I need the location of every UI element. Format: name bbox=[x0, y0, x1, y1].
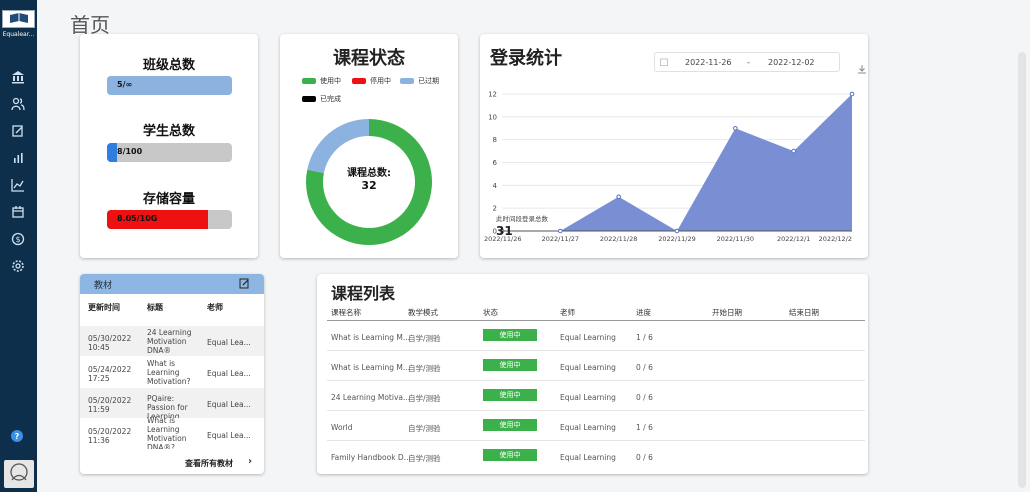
y-tick-label: 12 bbox=[488, 91, 497, 99]
x-tick-label: 2022/12/1 bbox=[777, 235, 810, 243]
col-status: 状态 bbox=[483, 308, 498, 317]
login-stats-card: 登录统计 2022-11-26 - 2022-12-02 0 2 4 6 8 10 12 20… bbox=[480, 34, 868, 258]
date-separator: - bbox=[747, 58, 750, 67]
col-progress: 进度 bbox=[636, 308, 651, 317]
chevron-right-icon[interactable]: › bbox=[248, 456, 252, 467]
x-tick-label: 2022/11/28 bbox=[600, 235, 637, 243]
table-row[interactable]: World 自学/测验 使用中 Equal Learning 1 / 6 bbox=[327, 411, 865, 441]
calendar-icon[interactable] bbox=[11, 205, 25, 219]
help-icon[interactable]: ? bbox=[11, 430, 23, 442]
login-stats-title: 登录统计 bbox=[490, 48, 562, 69]
status-badge: 使用中 bbox=[483, 359, 537, 371]
table-row[interactable]: Family Handbook D... 自学/测验 使用中 Equal Lea… bbox=[327, 441, 865, 471]
table-row[interactable]: What is Learning M... 自学/测验 使用中 Equal Le… bbox=[327, 351, 865, 381]
line-chart-icon[interactable] bbox=[11, 178, 25, 192]
y-tick-label: 10 bbox=[488, 113, 497, 121]
materials-col-teacher: 老师 bbox=[207, 303, 223, 312]
data-point[interactable] bbox=[849, 91, 855, 97]
col-mode: 教学模式 bbox=[408, 308, 438, 317]
table-row[interactable]: What is Learning M... 自学/测验 使用中 Equal Le… bbox=[327, 321, 865, 351]
x-tick-label: 2022/11/30 bbox=[717, 235, 754, 243]
table-row[interactable]: 05/20/2022 11:59 PQaire: Passion for Lea… bbox=[80, 388, 264, 418]
x-tick-label: 2022/11/29 bbox=[658, 235, 695, 243]
class-total-bar: 5/∞ bbox=[107, 76, 232, 95]
course-list-header: 课程名称 教学模式 状态 老师 进度 开始日期 结束日期 bbox=[327, 306, 865, 321]
gear-icon[interactable] bbox=[11, 259, 25, 273]
date-start: 2022-11-26 bbox=[685, 58, 732, 67]
x-tick-label: 2022/12/2 bbox=[819, 235, 852, 243]
student-total-bar: 8/100 bbox=[107, 143, 232, 162]
status-badge: 使用中 bbox=[483, 449, 537, 461]
dollar-icon[interactable]: $ bbox=[11, 232, 25, 246]
materials-card: 教材 更新时间 标题 老师 05/30/2022 10:45 24 Learni… bbox=[80, 274, 264, 474]
class-total-value: 5/∞ bbox=[117, 80, 133, 89]
y-tick-label: 8 bbox=[493, 136, 497, 144]
login-area-chart: 0246810122022/11/26 2022/11/27 2022/11/28 2… bbox=[484, 91, 855, 243]
class-total-title: 班级总数 bbox=[142, 58, 195, 73]
table-row[interactable]: 05/20/2022 11:36 What is Learning Motiva… bbox=[80, 416, 264, 449]
course-total-value: 32 bbox=[361, 179, 377, 192]
course-list-title: 课程列表 bbox=[331, 284, 396, 303]
materials-col-title: 标题 bbox=[147, 303, 163, 312]
data-point[interactable] bbox=[558, 228, 563, 234]
materials-title: 教材 bbox=[94, 281, 113, 291]
table-row[interactable]: 05/24/2022 17:25 What is Learning Motiva… bbox=[80, 357, 264, 387]
col-course-name: 课程名称 bbox=[331, 308, 361, 317]
col-teacher: 老师 bbox=[560, 308, 575, 317]
date-end: 2022-12-02 bbox=[768, 58, 815, 67]
y-tick-label: 2 bbox=[493, 205, 497, 213]
table-row[interactable]: 05/30/2022 10:45 24 Learning Motivation … bbox=[80, 326, 264, 356]
table-row[interactable]: 24 Learning Motiva... 自学/测验 使用中 Equal Le… bbox=[327, 381, 865, 411]
x-tick-label: 2022/11/27 bbox=[542, 235, 579, 243]
storage-title: 存储容量 bbox=[142, 192, 195, 207]
data-point[interactable] bbox=[733, 125, 738, 131]
user-avatar-icon bbox=[10, 463, 28, 481]
download-icon[interactable] bbox=[857, 64, 867, 74]
course-status-donut bbox=[306, 119, 432, 246]
student-total-title: 学生总数 bbox=[142, 124, 195, 139]
view-all-materials-link[interactable]: 查看所有教材 bbox=[185, 458, 233, 469]
storage-bar: 8.05/10G bbox=[107, 210, 232, 229]
storage-value: 8.05/10G bbox=[117, 214, 158, 223]
y-tick-label: 6 bbox=[493, 159, 498, 167]
materials-header: 教材 bbox=[80, 274, 264, 294]
y-tick-label: 4 bbox=[493, 182, 498, 190]
app-logo[interactable]: Equalear... bbox=[2, 10, 35, 42]
course-list-card: 课程列表 课程名称 教学模式 状态 老师 进度 开始日期 结束日期 What i… bbox=[317, 274, 868, 474]
status-badge: 使用中 bbox=[483, 419, 537, 431]
data-point[interactable] bbox=[616, 194, 621, 200]
login-total-value: 31 bbox=[496, 224, 513, 238]
users-icon[interactable] bbox=[11, 97, 25, 111]
course-status-card: 课程状态 使用中 停用中 已过期 已完成 课程总数: 32 bbox=[280, 34, 458, 258]
avatar[interactable] bbox=[4, 460, 34, 488]
book-logo-icon bbox=[2, 10, 35, 28]
materials-col-time: 更新时间 bbox=[88, 303, 120, 312]
status-badge: 使用中 bbox=[483, 329, 537, 341]
student-total-fill bbox=[107, 143, 117, 162]
page-scrollbar[interactable] bbox=[1018, 52, 1026, 488]
date-range-picker[interactable]: 2022-11-26 - 2022-12-02 bbox=[654, 52, 840, 72]
edit-icon[interactable] bbox=[239, 278, 250, 289]
col-start-date: 开始日期 bbox=[712, 308, 742, 317]
bar-chart-icon[interactable] bbox=[11, 151, 25, 165]
login-total-label: 此时间段登录总数 bbox=[496, 215, 548, 223]
stats-card: 班级总数 5/∞ 学生总数 8/100 存储容量 8.05/10G bbox=[80, 34, 258, 258]
course-total-label: 课程总数: bbox=[347, 168, 391, 179]
calendar-icon bbox=[660, 58, 668, 66]
bank-icon[interactable] bbox=[11, 70, 25, 84]
sidebar: Equalear... $ ? bbox=[0, 0, 37, 492]
col-end-date: 结束日期 bbox=[789, 308, 819, 317]
data-point[interactable] bbox=[791, 148, 796, 154]
svg-text:$: $ bbox=[15, 235, 20, 244]
student-total-value: 8/100 bbox=[117, 147, 143, 156]
data-point[interactable] bbox=[674, 228, 680, 234]
status-badge: 使用中 bbox=[483, 389, 537, 401]
edit-doc-icon[interactable] bbox=[11, 124, 25, 138]
logo-text: Equalear... bbox=[2, 31, 35, 38]
